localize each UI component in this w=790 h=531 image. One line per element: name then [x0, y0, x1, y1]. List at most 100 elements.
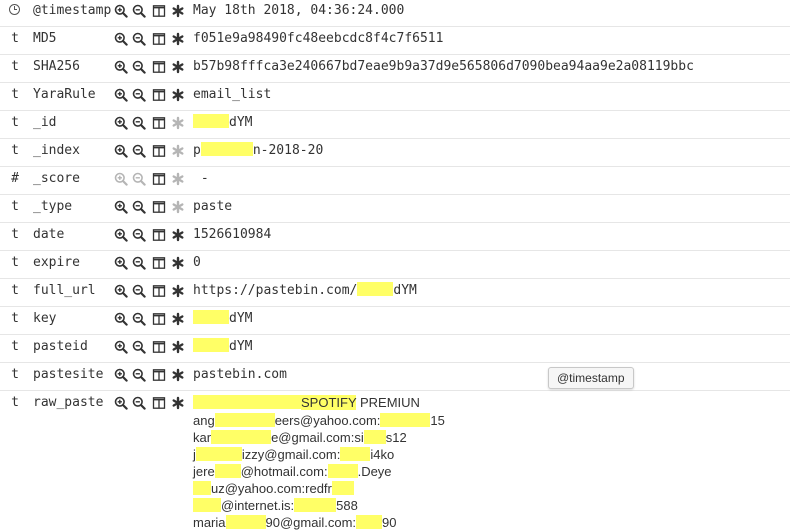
raw-paste-line: kar e@gmail.com:si s12 — [193, 429, 407, 446]
asterisk-icon[interactable] — [171, 312, 185, 326]
asterisk-icon[interactable] — [171, 368, 185, 382]
field-value: f051e9a98490fc48eebcdc8f4c7f6511 — [193, 31, 444, 46]
zoom-out-icon[interactable] — [132, 144, 146, 158]
paste-text: maria — [193, 515, 226, 530]
raw-paste-line: ang eers@yahoo.com: 15 — [193, 412, 445, 429]
asterisk-icon[interactable] — [171, 32, 185, 46]
field-name: _type — [33, 199, 73, 214]
asterisk-icon[interactable] — [171, 60, 185, 74]
redaction-mark — [363, 430, 386, 444]
zoom-out-icon[interactable] — [132, 4, 146, 18]
column-icon[interactable] — [152, 172, 166, 186]
column-icon[interactable] — [152, 200, 166, 214]
field-value: dYM — [193, 114, 252, 132]
asterisk-icon[interactable] — [171, 256, 185, 270]
field-name: @timestamp — [33, 3, 112, 18]
field-name: pasteid — [33, 339, 88, 354]
field-type-icon: t — [11, 115, 19, 130]
field-type-icon: t — [11, 199, 19, 214]
zoom-out-icon[interactable] — [132, 284, 146, 298]
asterisk-icon[interactable] — [171, 228, 185, 242]
zoom-in-icon[interactable] — [114, 256, 128, 270]
zoom-in-icon[interactable] — [114, 228, 128, 242]
column-icon[interactable] — [152, 368, 166, 382]
paste-text: @hotmail.com: — [240, 464, 328, 479]
zoom-out-icon[interactable] — [132, 32, 146, 46]
zoom-in-icon[interactable] — [114, 340, 128, 354]
field-name: _score — [33, 171, 80, 186]
field-type-icon: t — [11, 395, 19, 410]
zoom-in-icon[interactable] — [114, 4, 128, 18]
asterisk-icon[interactable] — [171, 396, 185, 410]
field-row-index: t _index p n-2018-20 — [0, 138, 790, 167]
column-icon[interactable] — [152, 340, 166, 354]
zoom-out-icon[interactable] — [132, 88, 146, 102]
column-icon[interactable] — [152, 144, 166, 158]
redaction-mark — [211, 430, 272, 444]
field-row-key: t key dYM — [0, 306, 790, 335]
zoom-out-icon[interactable] — [132, 396, 146, 410]
asterisk-icon[interactable] — [171, 340, 185, 354]
raw-paste-line: maria 90@gmail.com: 90 — [193, 514, 397, 531]
field-value: pastebin.com — [193, 367, 287, 382]
zoom-out-icon[interactable] — [132, 340, 146, 354]
zoom-out-icon[interactable] — [132, 368, 146, 382]
field-row-full-url: t full_url https://pastebin.com/dYM — [0, 278, 790, 307]
zoom-in-icon[interactable] — [114, 200, 128, 214]
zoom-in-icon[interactable] — [114, 32, 128, 46]
paste-text: @internet.is: — [221, 498, 295, 513]
field-value: b57b98fffca3e240667bd7eae9b9a37d9e565806… — [193, 59, 694, 74]
field-type-icon: t — [11, 367, 19, 382]
field-name: full_url — [33, 283, 96, 298]
paste-text: eers@yahoo.com: — [274, 413, 381, 428]
column-icon[interactable] — [152, 32, 166, 46]
asterisk-icon[interactable] — [171, 284, 185, 298]
column-icon[interactable] — [152, 312, 166, 326]
column-icon[interactable] — [152, 396, 166, 410]
field-name: key — [33, 311, 57, 326]
zoom-out-icon — [132, 172, 146, 186]
field-name: expire — [33, 255, 80, 270]
zoom-out-icon[interactable] — [132, 256, 146, 270]
paste-text: i4ko — [370, 447, 395, 462]
paste-text: .Deye — [357, 464, 392, 479]
zoom-in-icon[interactable] — [114, 368, 128, 382]
column-icon[interactable] — [152, 228, 166, 242]
field-type-icon: t — [11, 59, 19, 74]
field-name: pastesite — [33, 367, 104, 382]
field-row-timestamp: @timestamp May 18th 2018, 04:36:24.000 — [0, 0, 790, 27]
asterisk-icon[interactable] — [171, 4, 185, 18]
paste-text: 588 — [336, 498, 358, 513]
zoom-in-icon — [114, 172, 128, 186]
zoom-out-icon[interactable] — [132, 60, 146, 74]
zoom-out-icon[interactable] — [132, 312, 146, 326]
field-value: email_list — [193, 87, 272, 102]
field-type-icon: t — [11, 255, 19, 270]
paste-text: 90@gmail.com: — [265, 515, 357, 530]
column-icon[interactable] — [152, 4, 166, 18]
field-row-pastesite: t pastesite pastebin.com — [0, 362, 790, 391]
zoom-out-icon[interactable] — [132, 200, 146, 214]
raw-paste-line: j izzy@gmail.com: i4ko — [193, 446, 394, 463]
zoom-in-icon[interactable] — [114, 312, 128, 326]
field-name: _index — [33, 143, 80, 158]
zoom-in-icon[interactable] — [114, 396, 128, 410]
zoom-in-icon[interactable] — [114, 116, 128, 130]
zoom-in-icon[interactable] — [114, 60, 128, 74]
field-value: paste — [193, 199, 233, 214]
redaction-mark — [225, 515, 266, 529]
field-name: raw_paste — [33, 395, 104, 410]
zoom-out-icon[interactable] — [132, 116, 146, 130]
zoom-in-icon[interactable] — [114, 88, 128, 102]
zoom-in-icon[interactable] — [114, 144, 128, 158]
field-value-text: p — [193, 143, 201, 158]
zoom-out-icon[interactable] — [132, 228, 146, 242]
asterisk-icon[interactable] — [171, 88, 185, 102]
column-icon[interactable] — [152, 116, 166, 130]
zoom-in-icon[interactable] — [114, 284, 128, 298]
field-row-expire: t expire 0 — [0, 250, 790, 279]
column-icon[interactable] — [152, 88, 166, 102]
column-icon[interactable] — [152, 284, 166, 298]
column-icon[interactable] — [152, 256, 166, 270]
column-icon[interactable] — [152, 60, 166, 74]
